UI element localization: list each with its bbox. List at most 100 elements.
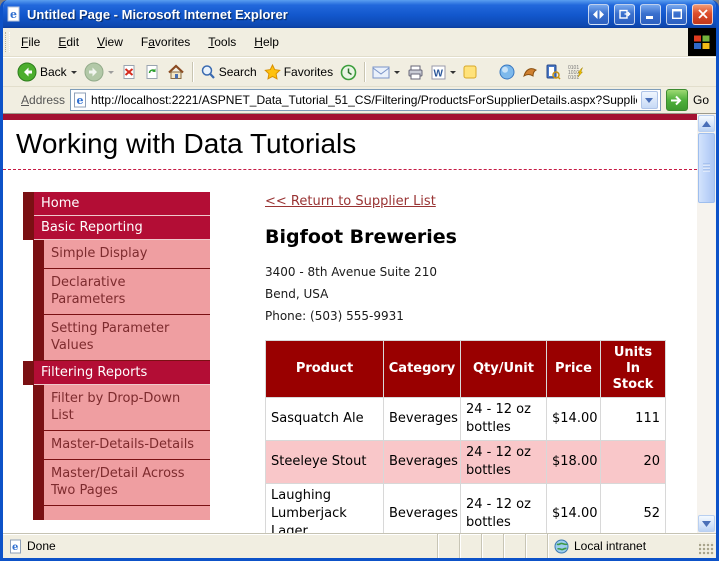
column-header-units-in-stock: Units In Stock — [601, 341, 666, 398]
menu-item-tools[interactable]: Tools — [199, 32, 245, 52]
table-cell: Beverages — [384, 398, 461, 441]
sidebar-item-basic-reporting[interactable]: Basic Reporting — [34, 216, 210, 240]
home-button[interactable] — [164, 62, 188, 82]
sidebar-item-setting-parameter-values[interactable]: Setting Parameter Values — [44, 315, 210, 361]
menu-item-file[interactable]: File — [12, 32, 49, 52]
nav-row: Master-Details-Details — [33, 431, 210, 460]
forward-button[interactable] — [81, 60, 117, 84]
msn-button[interactable] — [496, 62, 518, 82]
sidebar-item-partial[interactable] — [33, 506, 210, 520]
sidebar-item-home[interactable]: Home — [34, 192, 210, 216]
mail-dropdown-caret[interactable] — [394, 71, 400, 74]
menu-item-view[interactable]: View — [88, 32, 132, 52]
go-button[interactable] — [666, 89, 688, 111]
encoding-icon: 010110100101 — [568, 64, 584, 80]
table-cell: 52 — [601, 484, 666, 534]
sidebar-item-declarative-parameters[interactable]: Declarative Parameters — [44, 269, 210, 315]
notes-button[interactable] — [460, 63, 480, 81]
mail-button[interactable] — [369, 64, 403, 81]
back-button[interactable]: Back — [14, 60, 80, 84]
browser-window: e Untitled Page - Microsoft Internet Exp… — [0, 0, 719, 561]
window-title: Untitled Page - Microsoft Internet Explo… — [27, 7, 583, 22]
nav-indent-strip — [23, 361, 34, 385]
security-zone-pane: Local intranet — [547, 534, 699, 558]
scroll-lr-icon — [593, 10, 604, 19]
table-row: Laughing Lumberjack LagerBeverages24 - 1… — [266, 484, 666, 534]
sidebar-item-simple-display[interactable]: Simple Display — [44, 240, 210, 269]
vertical-scrollbar[interactable] — [697, 114, 716, 533]
page-area: Working with Data Tutorials HomeBasic Re… — [3, 114, 697, 533]
back-dropdown-caret[interactable] — [71, 71, 77, 74]
go-label[interactable]: Go — [693, 93, 712, 107]
research-button[interactable] — [542, 62, 564, 82]
table-cell: Laughing Lumberjack Lager — [266, 484, 384, 534]
status-empty-pane — [525, 534, 547, 558]
sidebar-item-master-detail-across-two-pages[interactable]: Master/Detail Across Two Pages — [44, 460, 210, 506]
menu-item-edit[interactable]: Edit — [49, 32, 88, 52]
refresh-icon — [144, 64, 160, 80]
table-cell: Beverages — [384, 441, 461, 484]
maximize-button[interactable] — [666, 4, 687, 25]
sidebar-item-filter-by-drop-down-list[interactable]: Filter by Drop-Down List — [44, 385, 210, 431]
refresh-button[interactable] — [141, 62, 163, 82]
scroll-up-button[interactable] — [698, 115, 715, 132]
menubar-grip[interactable] — [5, 32, 10, 52]
sidebar-item-clipped[interactable] — [44, 506, 210, 520]
menu-item-help[interactable]: Help — [245, 32, 288, 52]
nav-indent-strip — [33, 385, 44, 431]
supplier-phone: Phone: (503) 555-9931 — [265, 305, 669, 327]
status-text: Done — [27, 539, 56, 553]
encoding-button[interactable]: 010110100101 — [565, 62, 587, 82]
table-cell: 24 - 12 oz bottles — [461, 441, 547, 484]
column-header-qty-unit: Qty/Unit — [461, 341, 547, 398]
history-button[interactable] — [337, 62, 360, 83]
supplier-street: 3400 - 8th Avenue Suite 210 — [265, 261, 669, 283]
return-to-supplier-list-link[interactable]: << Return to Supplier List — [265, 194, 436, 209]
svg-text:0101: 0101 — [568, 75, 579, 80]
sidebar-item-filtering-reports[interactable]: Filtering Reports — [34, 361, 210, 385]
scroll-lr-button[interactable] — [588, 4, 609, 25]
nav-indent-strip — [33, 269, 44, 315]
forward-dropdown-caret[interactable] — [108, 71, 114, 74]
menu-item-favorites[interactable]: Favorites — [132, 32, 199, 52]
edit-word-button[interactable]: W — [428, 63, 459, 82]
column-header-price: Price — [547, 341, 601, 398]
search-icon — [200, 64, 216, 80]
table-row: Steeleye StoutBeverages24 - 12 oz bottle… — [266, 441, 666, 484]
status-message-pane: e Done — [3, 534, 437, 558]
address-input[interactable]: e http://localhost:2221/ASPNET_Data_Tuto… — [70, 89, 661, 111]
nav-indent-strip — [33, 460, 44, 506]
menu-bar-items: FileEditViewFavoritesToolsHelp — [12, 28, 288, 56]
scrollbar-thumb[interactable] — [698, 133, 715, 203]
products-table: ProductCategoryQty/UnitPriceUnits In Sto… — [265, 340, 666, 533]
search-button[interactable]: Search — [197, 62, 260, 82]
table-cell: $18.00 — [547, 441, 601, 484]
fox-button[interactable] — [519, 63, 541, 81]
popout-button[interactable] — [614, 4, 635, 25]
stop-button[interactable] — [118, 62, 140, 82]
ie-page-icon: e — [6, 6, 22, 22]
print-button[interactable] — [404, 63, 427, 82]
products-table-head: ProductCategoryQty/UnitPriceUnits In Sto… — [266, 341, 666, 398]
stop-icon — [121, 64, 137, 80]
nav-row: Filter by Drop-Down List — [33, 385, 210, 431]
favorites-icon — [264, 64, 281, 80]
table-cell: Beverages — [384, 484, 461, 534]
address-dropdown-button[interactable] — [641, 91, 658, 109]
minimize-button[interactable] — [640, 4, 661, 25]
scroll-down-button[interactable] — [698, 515, 715, 532]
edit-word-icon: W — [431, 65, 446, 80]
nav-indent-strip — [33, 506, 44, 520]
resize-grip[interactable] — [699, 542, 714, 555]
edit-dropdown-caret[interactable] — [450, 71, 456, 74]
sidebar-item-master-details-details[interactable]: Master-Details-Details — [44, 431, 210, 460]
supplier-name-heading: Bigfoot Breweries — [265, 226, 669, 248]
windows-flag-icon — [693, 34, 711, 50]
products-table-body: Sasquatch AleBeverages24 - 12 oz bottles… — [266, 398, 666, 534]
forward-icon — [84, 62, 104, 82]
close-button[interactable] — [692, 4, 713, 25]
browser-viewport: Working with Data Tutorials HomeBasic Re… — [3, 114, 716, 533]
nav-indent-strip — [23, 192, 34, 216]
favorites-button[interactable]: Favorites — [261, 62, 336, 82]
chevron-down-icon — [702, 521, 711, 527]
